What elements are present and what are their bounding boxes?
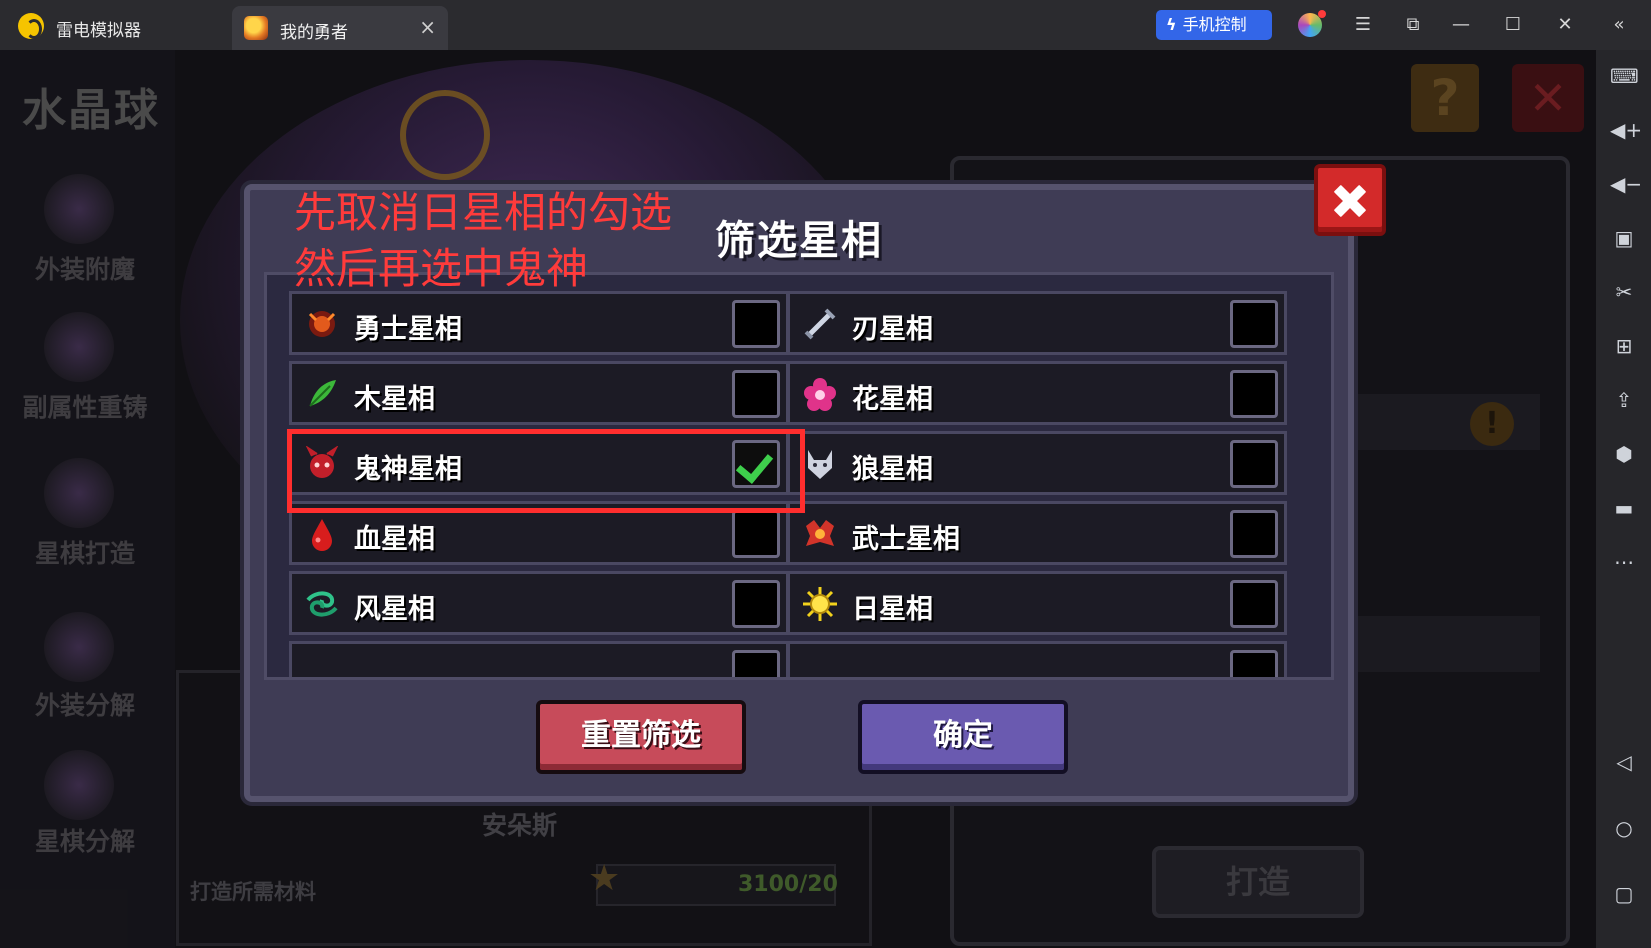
samurai-icon (806, 520, 834, 546)
recents-icon[interactable]: ▢ (1610, 880, 1638, 908)
option-label: 狼星相 (852, 454, 933, 485)
forge-button[interactable]: 打造 (1152, 846, 1364, 918)
tab-label: 我的勇者 (280, 23, 348, 43)
option-warrior[interactable]: 勇士星相 (289, 291, 789, 355)
settings-icon[interactable]: ⬢ (1610, 440, 1638, 468)
annotation-text-line2: 然后再选中鬼神 (294, 244, 589, 293)
option-checkbox[interactable] (1230, 440, 1278, 488)
option-checkbox[interactable] (732, 580, 780, 628)
emulator-titlebar: 雷电模拟器 我的勇者 × ϟ 手机控制 ☰ ⧉ — ☐ ✕ « (0, 0, 1651, 50)
option-blade[interactable]: 刃星相 (787, 291, 1287, 355)
option-label: 勇士星相 (354, 314, 462, 345)
scissors-icon[interactable]: ✂ (1610, 278, 1638, 306)
option-label: 风星相 (354, 594, 435, 625)
disassemble-thumb-icon (44, 612, 114, 682)
blade-icon (804, 308, 836, 340)
option-sun[interactable]: 日星相 (787, 571, 1287, 635)
reset-filter-button[interactable]: 重置筛选 (536, 700, 746, 774)
option-label: 日星相 (852, 594, 933, 625)
option-wolf[interactable]: 狼星相 (787, 431, 1287, 495)
option-flower[interactable]: 花星相 (787, 361, 1287, 425)
star-material-icon: ★ (588, 858, 621, 899)
sidebar-item-disassemble[interactable]: 外装分解 (10, 686, 160, 722)
forge-thumb-icon (44, 458, 114, 528)
emulator-app-name: 雷电模拟器 (56, 21, 141, 41)
option-partial[interactable] (787, 641, 1287, 677)
screenshot-icon[interactable]: ▣ (1610, 224, 1638, 252)
lightning-icon: ϟ (1166, 15, 1177, 34)
option-checkbox[interactable] (732, 650, 780, 677)
sidebar-item-enchant[interactable]: 外装附魔 (10, 250, 160, 286)
flower-icon (804, 378, 836, 411)
emulator-logo-icon (18, 13, 44, 39)
option-label: 血星相 (354, 524, 435, 555)
option-label: 花星相 (852, 384, 933, 415)
volume-up-icon[interactable]: ◀+ (1610, 116, 1642, 144)
option-wood[interactable]: 木星相 (289, 361, 789, 425)
option-label: 武士星相 (852, 524, 960, 555)
tab-close-icon[interactable]: × (419, 15, 436, 39)
home-icon[interactable]: ○ (1610, 814, 1638, 842)
phone-control-label: 手机控制 (1182, 15, 1247, 34)
sidebar-item-chess-disassemble[interactable]: 星棋分解 (10, 822, 160, 858)
crystal-ball-ring (400, 90, 490, 180)
notification-dot-icon (1318, 10, 1326, 18)
option-checkbox[interactable] (1230, 650, 1278, 677)
menu-icon[interactable]: ☰ (1350, 12, 1376, 38)
option-checkbox[interactable] (732, 370, 780, 418)
enchant-thumb-icon (44, 174, 114, 244)
chess-disassemble-thumb-icon (44, 750, 114, 820)
option-checkbox[interactable] (1230, 510, 1278, 558)
wolf-icon (808, 450, 832, 479)
option-checkbox[interactable] (1230, 300, 1278, 348)
option-samurai[interactable]: 武士星相 (787, 501, 1287, 565)
sidebar-item-reforge[interactable]: 副属性重铸 (10, 388, 160, 424)
option-checkbox[interactable] (732, 510, 780, 558)
hero-name: 安朵斯 (482, 811, 558, 840)
sidebar-item-forge[interactable]: 星棋打造 (10, 534, 160, 570)
blood-icon (312, 519, 332, 551)
dialog-close-button[interactable] (1314, 164, 1386, 236)
apk-install-icon[interactable]: ⇪ (1610, 386, 1638, 414)
keyboard-icon[interactable]: ⌨ (1610, 62, 1639, 90)
sun-icon (803, 587, 837, 621)
option-label: 木星相 (354, 384, 435, 415)
folder-icon[interactable]: ▬ (1610, 494, 1638, 522)
phone-control-button[interactable]: ϟ 手机控制 (1156, 10, 1272, 40)
alert-icon[interactable]: ! (1470, 402, 1514, 446)
page-title: 水晶球 (22, 85, 160, 136)
tab-game[interactable]: 我的勇者 × (232, 6, 448, 50)
restore-window-icon[interactable]: ⧉ (1400, 12, 1426, 38)
game-app-icon (244, 16, 268, 40)
annotation-highlight-box (287, 429, 805, 513)
option-checkbox[interactable] (1230, 370, 1278, 418)
confirm-button[interactable]: 确定 (858, 700, 1068, 774)
emulator-side-toolbar: ⌨ ◀+ ◀− ▣ ✂ ⊞ ⇪ ⬢ ▬ ⋯ ◁ ○ ▢ (1596, 50, 1651, 948)
option-partial[interactable] (289, 641, 789, 677)
option-label: 刃星相 (852, 314, 933, 345)
wood-icon (309, 380, 336, 407)
annotation-text-line1: 先取消日星相的勾选 (294, 188, 673, 237)
minimize-icon[interactable]: — (1448, 12, 1474, 38)
forge-panel-row (1356, 616, 1540, 672)
option-wind[interactable]: 风星相 (289, 571, 789, 635)
add-window-icon[interactable]: ⊞ (1610, 332, 1638, 360)
reforge-thumb-icon (44, 312, 114, 382)
wind-icon (306, 591, 338, 617)
more-icon[interactable]: ⋯ (1610, 548, 1638, 576)
help-button[interactable]: ? (1411, 64, 1479, 132)
close-window-icon[interactable]: ✕ (1552, 12, 1578, 38)
back-icon[interactable]: ◁ (1610, 748, 1638, 776)
option-checkbox[interactable] (1230, 580, 1278, 628)
materials-label: 打造所需材料 (190, 880, 316, 904)
volume-down-icon[interactable]: ◀− (1610, 170, 1642, 198)
collapse-sidebar-icon[interactable]: « (1606, 12, 1632, 38)
option-checkbox[interactable] (732, 300, 780, 348)
page-close-button[interactable]: ✕ (1512, 64, 1584, 132)
warrior-icon (308, 311, 336, 337)
materials-count: 3100/20 (738, 872, 838, 897)
maximize-icon[interactable]: ☐ (1500, 12, 1526, 38)
